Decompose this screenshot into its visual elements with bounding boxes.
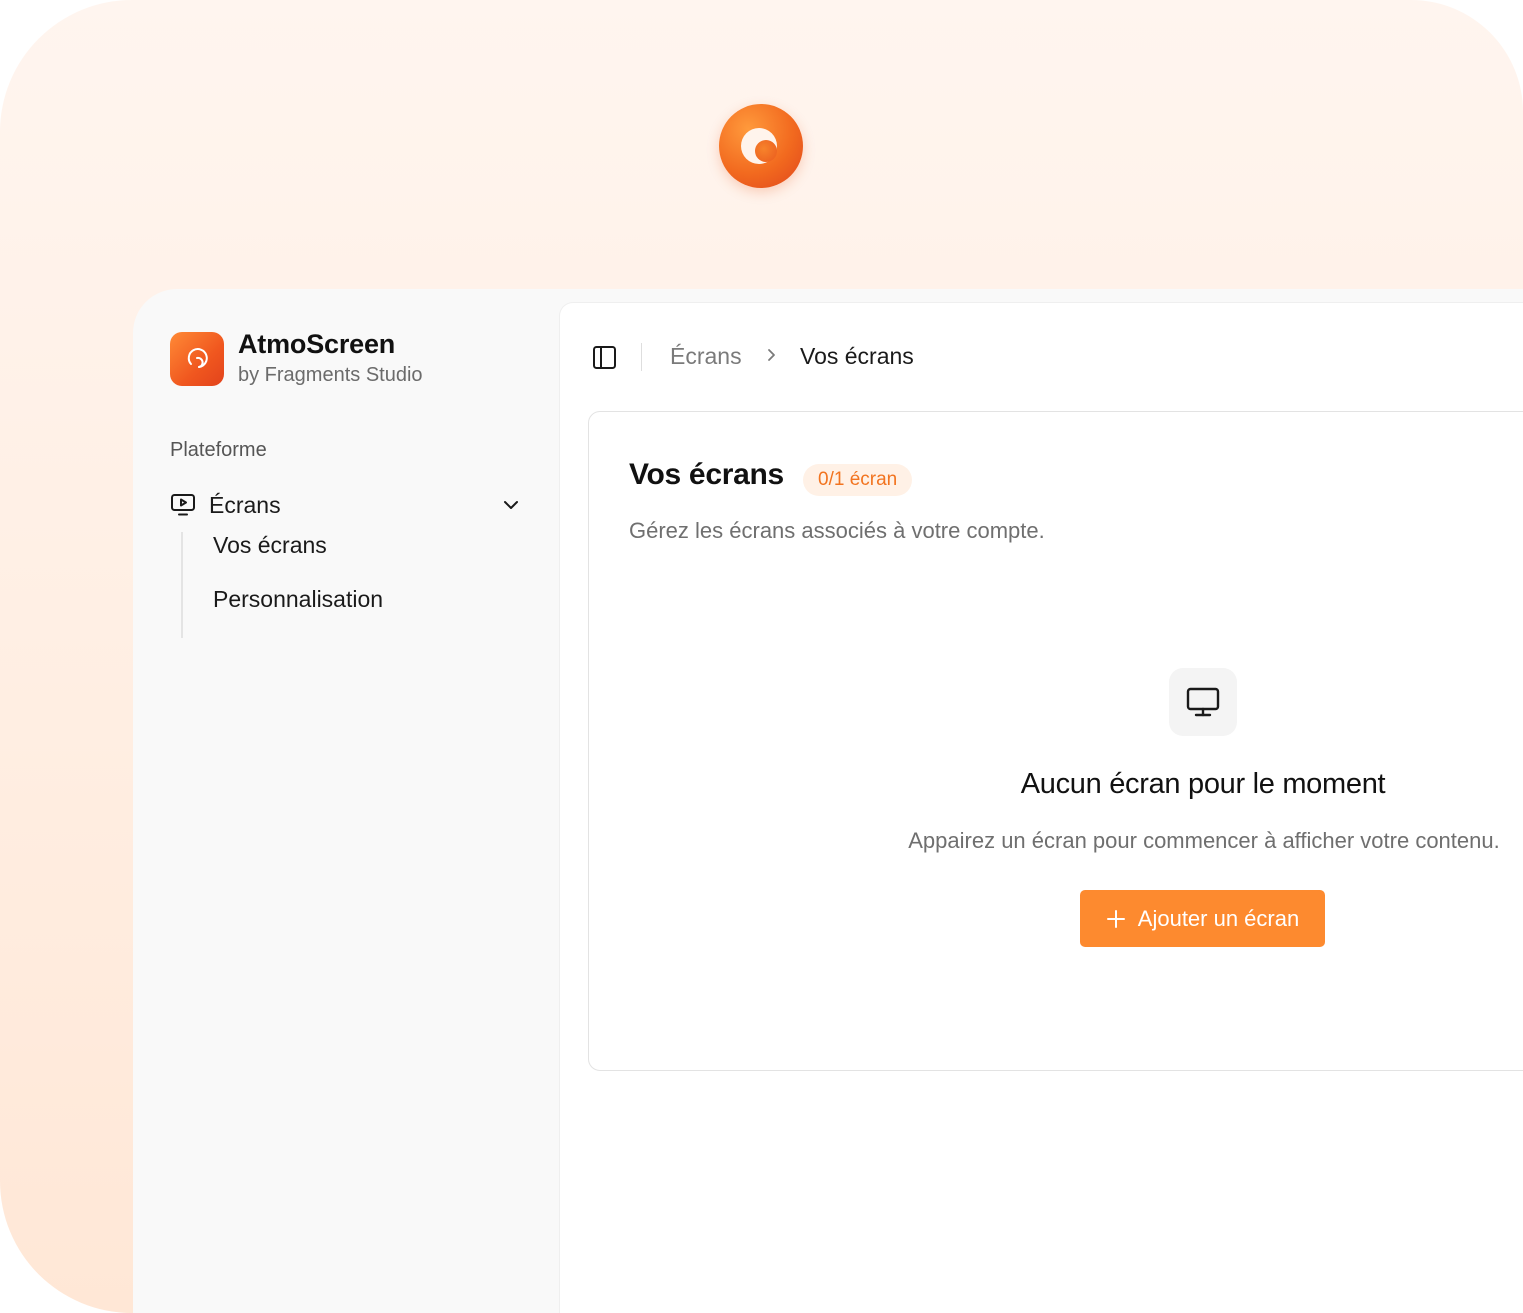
topbar-divider [641, 343, 642, 371]
breadcrumb-vos-ecrans: Vos écrans [800, 343, 914, 369]
empty-state-title: Aucun écran pour le moment [1020, 768, 1386, 800]
page-title: Vos écrans [629, 458, 784, 491]
sidebar-item-vos-ecrans[interactable]: Vos écrans [213, 532, 327, 559]
screens-card: Vos écrans 0/1 écran Gérez les écrans as… [588, 411, 1523, 1071]
brand-name: AtmoScreen [238, 329, 396, 359]
add-screen-button-label: Ajouter un écran [1137, 905, 1300, 931]
topbar: Écrans Vos écrans [560, 303, 1523, 399]
plus-icon [1106, 909, 1126, 929]
brand-subtitle: by Fragments Studio [238, 364, 423, 386]
section-label-plateforme: Plateforme [170, 439, 267, 461]
sidebar-toggle-icon[interactable] [592, 345, 617, 375]
sidebar-group-label: Écrans [209, 491, 281, 518]
sidebar: AtmoScreen by Fragments Studio Plateform… [133, 289, 559, 1313]
chevron-right-icon [764, 347, 780, 368]
chevron-down-icon[interactable] [500, 494, 522, 521]
backdrop: AtmoScreen by Fragments Studio Plateform… [0, 0, 1523, 1313]
add-screen-button[interactable]: Ajouter un écran [1080, 890, 1325, 947]
atmoscreen-logo-icon [719, 104, 803, 188]
sidebar-item-personnalisation[interactable]: Personnalisation [213, 586, 383, 613]
monitor-icon [1169, 668, 1237, 736]
main-content: Écrans Vos écrans Vos écrans 0/1 écran G… [559, 302, 1523, 1313]
brand[interactable]: AtmoScreen by Fragments Studio [170, 329, 423, 388]
empty-state-description: Appairez un écran pour commencer à affic… [908, 828, 1500, 853]
screen-count-badge: 0/1 écran [803, 464, 913, 496]
page-description: Gérez les écrans associés à votre compte… [629, 518, 1045, 543]
screen-play-icon [170, 492, 196, 518]
brand-logo-icon [170, 331, 224, 386]
breadcrumb-ecrans[interactable]: Écrans [670, 343, 742, 370]
sidebar-group-ecrans[interactable]: Écrans [170, 485, 522, 525]
sidebar-subnav: Vos écrans Personnalisation [181, 532, 511, 638]
app-window: AtmoScreen by Fragments Studio Plateform… [133, 289, 1523, 1313]
